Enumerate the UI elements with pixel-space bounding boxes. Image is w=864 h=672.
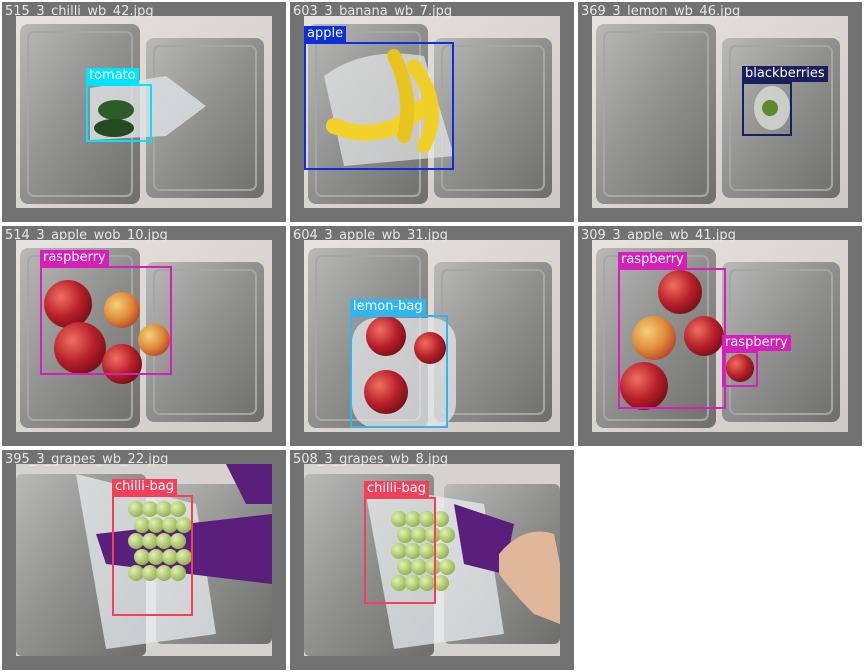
photo bbox=[592, 16, 848, 208]
image-tile: 515_3_chilli_wb_42.jpg tomato bbox=[2, 2, 286, 222]
bounding-box bbox=[350, 315, 448, 428]
image-tile: 508_3_grapes_wb_8.jpg chilli-bag bbox=[290, 450, 574, 670]
image-filename: 604_3_apple_wb_31.jpg bbox=[293, 228, 448, 243]
detection-label: chilli-bag bbox=[364, 481, 429, 497]
bounding-box bbox=[304, 42, 454, 170]
image-tile: 395_3_grapes_wb_22.jpg chilli-bag bbox=[2, 450, 286, 670]
bounding-box bbox=[742, 82, 792, 136]
image-filename: 369_3_lemon_wb_46.jpg bbox=[581, 4, 741, 19]
detection-label: tomato bbox=[86, 68, 139, 84]
image-tile: 603_3_banana_wb_7.jpg apple bbox=[290, 2, 574, 222]
detection-label: blackberries bbox=[742, 66, 828, 82]
bounding-box bbox=[618, 268, 726, 409]
image-tile: 604_3_apple_wb_31.jpg lemon-bag bbox=[290, 226, 574, 446]
detection-label: raspberry bbox=[618, 252, 687, 268]
detection-label: chilli-bag bbox=[112, 479, 177, 495]
image-filename: 395_3_grapes_wb_22.jpg bbox=[5, 452, 169, 467]
detection-label: raspberry bbox=[722, 335, 791, 351]
image-filename: 514_3_apple_wob_10.jpg bbox=[5, 228, 168, 243]
bounding-box bbox=[86, 84, 152, 142]
image-filename: 515_3_chilli_wb_42.jpg bbox=[5, 4, 154, 19]
bounding-box bbox=[364, 497, 436, 604]
image-tile: 309_3_apple_wb_41.jpg raspberry raspberry bbox=[578, 226, 862, 446]
bounding-box bbox=[112, 495, 193, 616]
image-filename: 508_3_grapes_wb_8.jpg bbox=[293, 452, 449, 467]
detection-label: lemon-bag bbox=[350, 299, 426, 315]
image-filename: 309_3_apple_wb_41.jpg bbox=[581, 228, 736, 243]
image-tile: 514_3_apple_wob_10.jpg raspberry bbox=[2, 226, 286, 446]
detection-label: apple bbox=[304, 26, 347, 42]
image-tile: 369_3_lemon_wb_46.jpg blackberries bbox=[578, 2, 862, 222]
bounding-box bbox=[722, 351, 758, 387]
detection-label: raspberry bbox=[40, 250, 109, 266]
image-filename: 603_3_banana_wb_7.jpg bbox=[293, 4, 453, 19]
bounding-box bbox=[40, 266, 172, 375]
